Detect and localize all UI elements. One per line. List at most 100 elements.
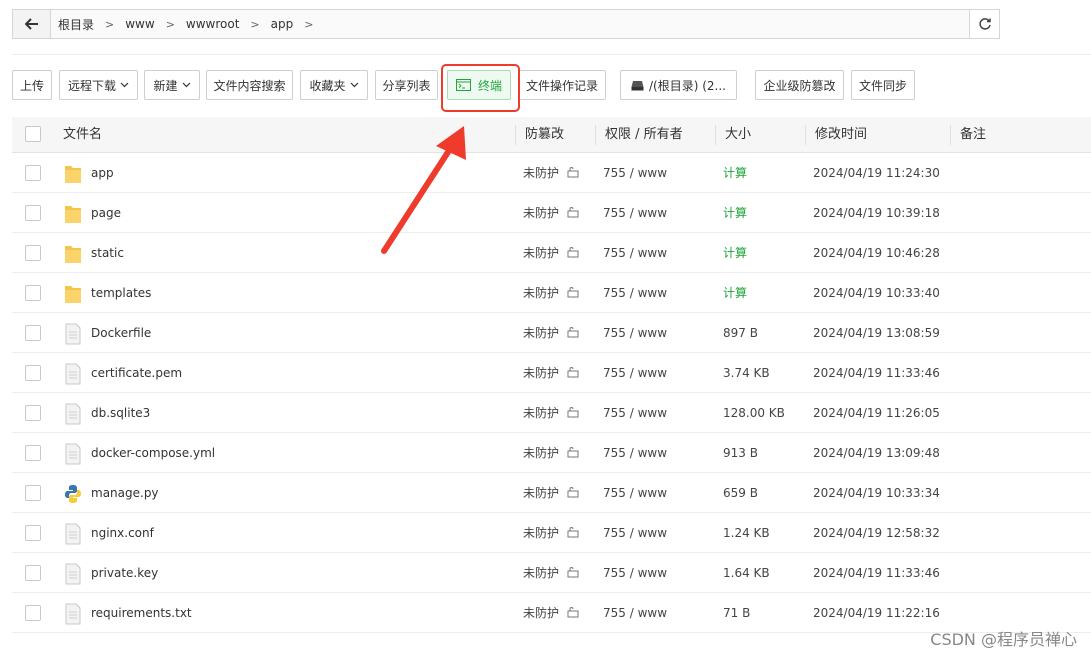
file-sync-button[interactable]: 文件同步	[851, 70, 915, 100]
breadcrumb-item-app[interactable]: app	[271, 17, 294, 31]
column-header-permission[interactable]: 权限 / 所有者	[605, 117, 683, 152]
file-name[interactable]: private.key	[91, 553, 158, 593]
file-size[interactable]: 计算	[723, 233, 747, 273]
file-name[interactable]: page	[91, 193, 121, 233]
permission-owner[interactable]: 755 / www	[603, 313, 667, 353]
tamper-status[interactable]: 未防护	[523, 433, 559, 473]
file-size[interactable]: 计算	[723, 153, 747, 193]
file-name[interactable]: nginx.conf	[91, 513, 154, 553]
remote-download-button[interactable]: 远程下载	[59, 70, 138, 100]
permission-owner[interactable]: 755 / www	[603, 233, 667, 273]
tamper-status[interactable]: 未防护	[523, 233, 559, 273]
lock-icon[interactable]	[567, 286, 579, 301]
row-checkbox[interactable]	[25, 365, 41, 381]
operation-log-button[interactable]: 文件操作记录	[518, 70, 606, 100]
row-checkbox[interactable]	[25, 565, 41, 581]
refresh-button[interactable]	[969, 10, 999, 38]
back-button[interactable]	[13, 10, 51, 38]
tamper-status[interactable]: 未防护	[523, 193, 559, 233]
permission-owner[interactable]: 755 / www	[603, 593, 667, 633]
tamper-status[interactable]: 未防护	[523, 553, 559, 593]
search-content-button[interactable]: 文件内容搜索	[206, 70, 293, 100]
row-checkbox[interactable]	[25, 205, 41, 221]
new-label: 新建	[153, 78, 178, 93]
table-row[interactable]: manage.py 未防护 755 / www 659 B 2024/04/19 10:…	[12, 473, 1091, 513]
tamper-status[interactable]: 未防护	[523, 313, 559, 353]
row-checkbox[interactable]	[25, 445, 41, 461]
tamper-proof-label: 企业级防篡改	[763, 78, 836, 93]
permission-owner[interactable]: 755 / www	[603, 473, 667, 513]
file-name[interactable]: app	[91, 153, 114, 193]
file-name[interactable]: db.sqlite3	[91, 393, 150, 433]
file-name[interactable]: templates	[91, 273, 151, 313]
new-button[interactable]: 新建	[144, 70, 200, 100]
lock-icon[interactable]	[567, 326, 579, 341]
lock-icon[interactable]	[567, 566, 579, 581]
permission-owner[interactable]: 755 / www	[603, 393, 667, 433]
row-checkbox[interactable]	[25, 405, 41, 421]
favorites-button[interactable]: 收藏夹	[300, 70, 368, 100]
lock-icon[interactable]	[567, 166, 579, 181]
lock-icon[interactable]	[567, 366, 579, 381]
file-name[interactable]: requirements.txt	[91, 593, 192, 633]
lock-icon[interactable]	[567, 206, 579, 221]
file-name[interactable]: static	[91, 233, 124, 273]
tamper-status[interactable]: 未防护	[523, 353, 559, 393]
column-header-name[interactable]: 文件名	[63, 117, 102, 152]
tamper-status[interactable]: 未防护	[523, 513, 559, 553]
tamper-status[interactable]: 未防护	[523, 393, 559, 433]
tamper-status[interactable]: 未防护	[523, 273, 559, 313]
row-checkbox[interactable]	[25, 245, 41, 261]
file-name[interactable]: certificate.pem	[91, 353, 182, 393]
tamper-status[interactable]: 未防护	[523, 153, 559, 193]
row-checkbox[interactable]	[25, 605, 41, 621]
table-row[interactable]: private.key 未防护 755 / www 1.64 KB 2024/04/19…	[12, 553, 1091, 593]
lock-icon[interactable]	[567, 606, 579, 621]
row-checkbox[interactable]	[25, 525, 41, 541]
file-size[interactable]: 计算	[723, 193, 747, 233]
file-size: 1.64 KB	[723, 566, 770, 580]
table-row[interactable]: docker-compose.yml 未防护 755 / www 913 B 2024/…	[12, 433, 1091, 473]
file-name[interactable]: manage.py	[91, 473, 159, 513]
lock-icon[interactable]	[567, 406, 579, 421]
disk-select-button[interactable]: /(根目录) (2...	[620, 70, 737, 100]
table-row[interactable]: requirements.txt 未防护 755 / www 71 B 2024/04/…	[12, 593, 1091, 633]
tamper-status[interactable]: 未防护	[523, 473, 559, 513]
file-name[interactable]: Dockerfile	[91, 313, 151, 353]
tamper-proof-button[interactable]: 企业级防篡改	[755, 70, 844, 100]
upload-button[interactable]: 上传	[12, 70, 52, 100]
permission-owner[interactable]: 755 / www	[603, 513, 667, 553]
file-name[interactable]: docker-compose.yml	[91, 433, 215, 473]
lock-icon[interactable]	[567, 446, 579, 461]
table-row[interactable]: app 未防护 755 / www 计算 2024/04/19 11:24:30	[12, 153, 1091, 193]
lock-icon[interactable]	[567, 246, 579, 261]
tamper-status[interactable]: 未防护	[523, 593, 559, 633]
row-checkbox[interactable]	[25, 485, 41, 501]
permission-owner[interactable]: 755 / www	[603, 433, 667, 473]
breadcrumb-item-root[interactable]: 根目录	[58, 16, 94, 33]
column-header-mtime[interactable]: 修改时间	[815, 117, 867, 152]
table-row[interactable]: nginx.conf 未防护 755 / www 1.24 KB 2024/04/19 …	[12, 513, 1091, 553]
breadcrumb-item-www[interactable]: www	[125, 17, 154, 31]
table-row[interactable]: db.sqlite3 未防护 755 / www 128.00 KB 2024/04/1…	[12, 393, 1091, 433]
table-row[interactable]: page 未防护 755 / www 计算 2024/04/19 10:39:18	[12, 193, 1091, 233]
select-all-checkbox[interactable]	[25, 126, 41, 142]
lock-icon[interactable]	[567, 526, 579, 541]
row-checkbox[interactable]	[25, 165, 41, 181]
permission-owner[interactable]: 755 / www	[603, 353, 667, 393]
file-size[interactable]: 计算	[723, 273, 747, 313]
table-row[interactable]: static 未防护 755 / www 计算 2024/04/19 10:46:28	[12, 233, 1091, 273]
column-header-size[interactable]: 大小	[725, 117, 751, 152]
permission-owner[interactable]: 755 / www	[603, 273, 667, 313]
row-checkbox[interactable]	[25, 325, 41, 341]
table-row[interactable]: certificate.pem 未防护 755 / www 3.74 KB 2024/0…	[12, 353, 1091, 393]
breadcrumb-item-wwwroot[interactable]: wwwroot	[186, 17, 240, 31]
share-list-button[interactable]: 分享列表	[375, 70, 438, 100]
permission-owner[interactable]: 755 / www	[603, 193, 667, 233]
permission-owner[interactable]: 755 / www	[603, 553, 667, 593]
lock-icon[interactable]	[567, 486, 579, 501]
permission-owner[interactable]: 755 / www	[603, 153, 667, 193]
table-row[interactable]: Dockerfile 未防护 755 / www 897 B 2024/04/19 13…	[12, 313, 1091, 353]
row-checkbox[interactable]	[25, 285, 41, 301]
table-row[interactable]: templates 未防护 755 / www 计算 2024/04/19 10:33:…	[12, 273, 1091, 313]
